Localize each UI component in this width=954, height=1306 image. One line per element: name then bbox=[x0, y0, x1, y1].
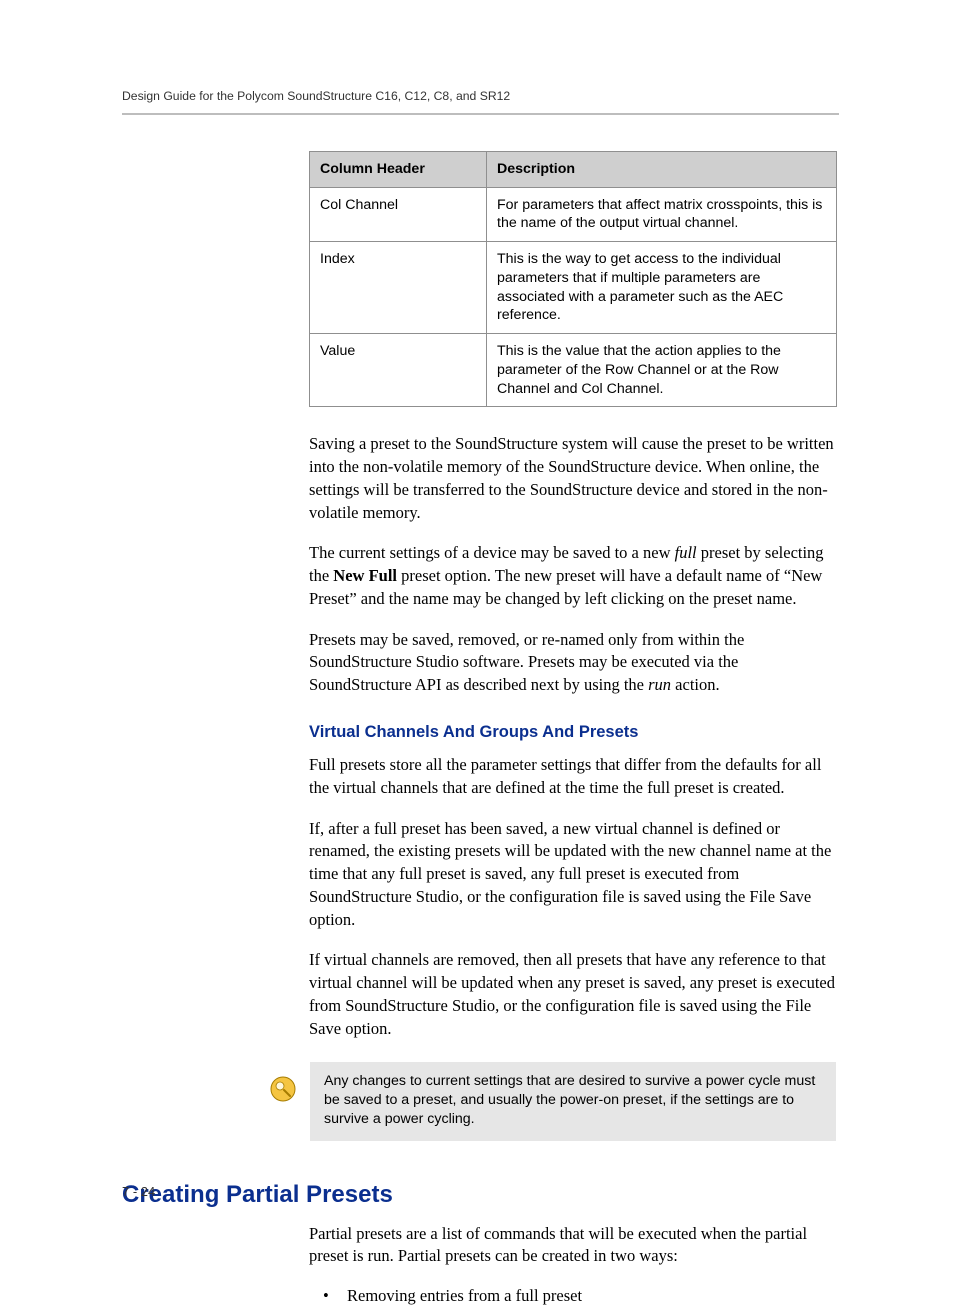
table-header-row: Column Header Description bbox=[310, 152, 837, 188]
header-rule bbox=[122, 113, 839, 115]
subsection-heading: Virtual Channels And Groups And Presets bbox=[309, 723, 839, 742]
paragraph: If virtual channels are removed, then al… bbox=[309, 949, 839, 1040]
strong-text: New Full bbox=[333, 566, 397, 585]
table-cell: For parameters that affect matrix crossp… bbox=[487, 187, 837, 241]
table-row: Col Channel For parameters that affect m… bbox=[310, 187, 837, 241]
emphasis-text: run bbox=[648, 675, 671, 694]
paragraph: Partial presets are a list of commands t… bbox=[309, 1223, 839, 1269]
emphasis-text: full bbox=[675, 543, 697, 562]
table-cell: Value bbox=[310, 334, 487, 407]
paragraph: Presets may be saved, removed, or re-nam… bbox=[309, 629, 839, 697]
note-box: Any changes to current settings that are… bbox=[310, 1062, 836, 1140]
content-column: Partial presets are a list of commands t… bbox=[309, 1223, 839, 1306]
page: Design Guide for the Polycom SoundStruct… bbox=[0, 0, 954, 1235]
list-item: Removing entries from a full preset bbox=[323, 1286, 839, 1306]
running-header: Design Guide for the Polycom SoundStruct… bbox=[122, 89, 839, 103]
text-run: action. bbox=[671, 675, 720, 694]
bullet-list: Removing entries from a full preset bbox=[323, 1286, 839, 1306]
table-cell: Index bbox=[310, 242, 487, 334]
note-icon bbox=[270, 1076, 296, 1102]
page-number: 7 - 24 bbox=[122, 1184, 155, 1199]
table-row: Value This is the value that the action … bbox=[310, 334, 837, 407]
table-header-cell: Column Header bbox=[310, 152, 487, 188]
paragraph: If, after a full preset has been saved, … bbox=[309, 818, 839, 932]
paragraph: Full presets store all the parameter set… bbox=[309, 754, 839, 800]
note-text: Any changes to current settings that are… bbox=[324, 1073, 815, 1126]
table-header-cell: Description bbox=[487, 152, 837, 188]
paragraph: The current settings of a device may be … bbox=[309, 542, 839, 610]
table-cell: This is the way to get access to the ind… bbox=[487, 242, 837, 334]
definitions-table: Column Header Description Col Channel Fo… bbox=[309, 151, 837, 407]
section-heading: Creating Partial Presets bbox=[122, 1181, 839, 1209]
table-cell: Col Channel bbox=[310, 187, 487, 241]
note-row: Any changes to current settings that are… bbox=[270, 1062, 839, 1140]
table-row: Index This is the way to get access to t… bbox=[310, 242, 837, 334]
table-cell: This is the value that the action applie… bbox=[487, 334, 837, 407]
text-run: The current settings of a device may be … bbox=[309, 543, 675, 562]
content-column: Column Header Description Col Channel Fo… bbox=[309, 151, 839, 1040]
paragraph: Saving a preset to the SoundStructure sy… bbox=[309, 433, 839, 524]
